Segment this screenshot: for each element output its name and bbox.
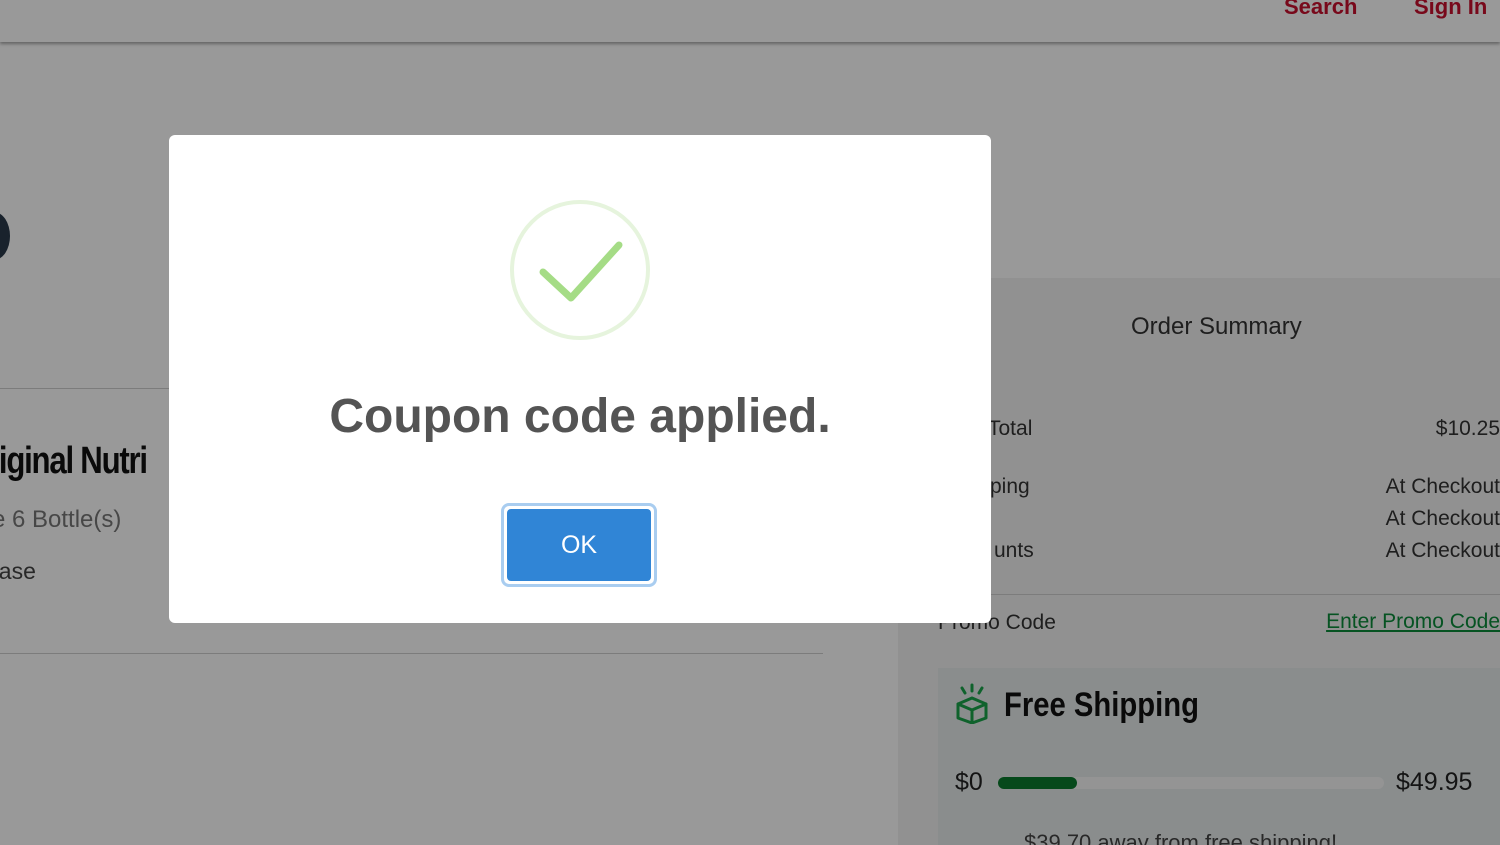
dialog-title: Coupon code applied. [329,390,831,443]
check-circle-icon [510,200,650,340]
coupon-success-dialog: Coupon code applied. OK [169,135,991,623]
ok-button-label: OK [507,509,651,581]
ok-button[interactable]: OK [501,503,657,587]
